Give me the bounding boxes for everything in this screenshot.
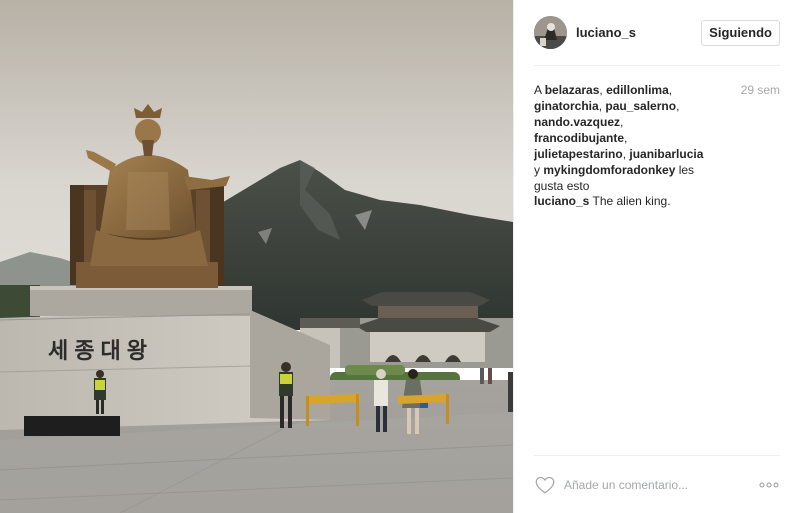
liker-link[interactable]: juanibarlucia [629, 147, 703, 161]
post-caption: luciano_s The alien king. [534, 193, 780, 209]
avatar[interactable] [534, 16, 567, 49]
post-sidebar: luciano_s Siguiendo A belazaras, edillon… [513, 0, 800, 513]
more-options-icon[interactable] [758, 474, 780, 496]
username-link[interactable]: luciano_s [576, 25, 636, 40]
likes-prefix: A [534, 83, 545, 97]
liker-link[interactable]: ginatorchia [534, 99, 599, 113]
following-button[interactable]: Siguiendo [701, 19, 780, 46]
liker-link[interactable]: belazaras [545, 83, 600, 97]
liker-link[interactable]: pau_salerno [605, 99, 676, 113]
liker-link[interactable]: mykingdomforadonkey [543, 163, 675, 177]
liker-link[interactable]: edillonlima [606, 83, 669, 97]
heart-icon[interactable] [534, 474, 556, 496]
post-header: luciano_s Siguiendo [534, 0, 780, 66]
comment-bar [534, 455, 780, 513]
post-timestamp[interactable]: 29 sem [741, 82, 780, 194]
post-photo[interactable]: 세종대왕 [0, 0, 513, 513]
caption-text: The alien king. [592, 194, 671, 208]
liker-link[interactable]: julietapestarino [534, 147, 623, 161]
caption-username-link[interactable]: luciano_s [534, 194, 589, 208]
post-image[interactable]: 세종대왕 [0, 0, 513, 513]
statue-inscription: 세종대왕 [48, 339, 153, 364]
comment-input[interactable] [564, 477, 758, 492]
post: 세종대왕 luciano_s Siguiendo A belazaras, ed… [0, 0, 800, 513]
likes-text: A belazaras, edillonlima, ginatorchia, p… [534, 83, 704, 193]
likes-section: A belazaras, edillonlima, ginatorchia, p… [534, 82, 780, 194]
liker-link[interactable]: francodibujante [534, 131, 624, 145]
liker-link[interactable]: nando.vazquez [534, 115, 620, 129]
